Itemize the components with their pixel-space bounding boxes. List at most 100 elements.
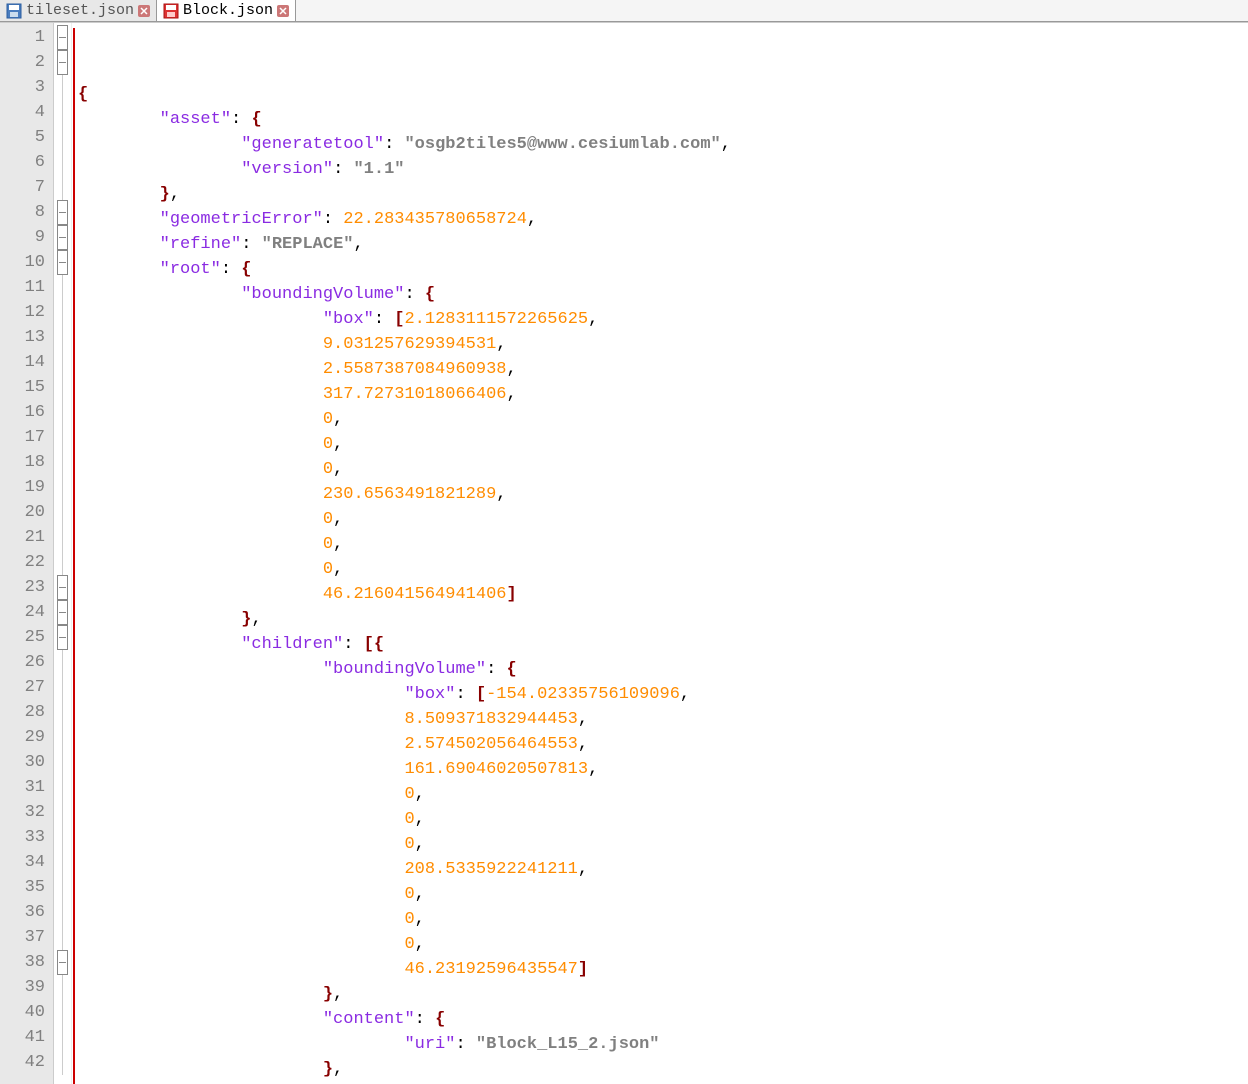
fold-guide bbox=[54, 475, 71, 500]
code-line[interactable]: 161.69046020507813, bbox=[72, 757, 1248, 782]
line-number: 42 bbox=[0, 1050, 53, 1075]
floppy-unsaved-icon bbox=[163, 3, 179, 19]
fold-guide bbox=[54, 725, 71, 750]
fold-guide bbox=[54, 350, 71, 375]
fold-toggle[interactable] bbox=[54, 200, 71, 225]
code-line[interactable]: "refine": "REPLACE", bbox=[72, 232, 1248, 257]
code-line[interactable]: }, bbox=[72, 607, 1248, 632]
code-line[interactable]: "generatetool": "osgb2tiles5@www.cesiuml… bbox=[72, 132, 1248, 157]
code-line[interactable]: }, bbox=[72, 1057, 1248, 1082]
line-number: 6 bbox=[0, 150, 53, 175]
code-line[interactable]: "boundingVolume": { bbox=[72, 282, 1248, 307]
fold-guide bbox=[54, 275, 71, 300]
line-number: 35 bbox=[0, 875, 53, 900]
code-line[interactable]: "box": [2.1283111572265625, bbox=[72, 307, 1248, 332]
code-line[interactable]: 0, bbox=[72, 507, 1248, 532]
fold-toggle[interactable] bbox=[54, 600, 71, 625]
code-line[interactable]: 46.216041564941406] bbox=[72, 582, 1248, 607]
fold-guide bbox=[54, 900, 71, 925]
code-area[interactable]: { "asset": { "generatetool": "osgb2tiles… bbox=[72, 23, 1248, 1084]
code-line[interactable]: "geometricError": 22.283435780658724, bbox=[72, 207, 1248, 232]
code-line[interactable]: }, bbox=[72, 182, 1248, 207]
line-number: 41 bbox=[0, 1025, 53, 1050]
line-number: 20 bbox=[0, 500, 53, 525]
line-number: 3 bbox=[0, 75, 53, 100]
code-line[interactable]: "children": [{ bbox=[72, 632, 1248, 657]
code-line[interactable]: 317.72731018066406, bbox=[72, 382, 1248, 407]
fold-guide bbox=[54, 300, 71, 325]
line-number: 11 bbox=[0, 275, 53, 300]
close-icon[interactable] bbox=[138, 5, 150, 17]
code-line[interactable]: 0, bbox=[72, 882, 1248, 907]
code-line[interactable]: 0, bbox=[72, 407, 1248, 432]
code-line[interactable]: 0, bbox=[72, 807, 1248, 832]
fold-guide bbox=[54, 675, 71, 700]
line-number: 34 bbox=[0, 850, 53, 875]
fold-toggle[interactable] bbox=[54, 50, 71, 75]
code-line[interactable]: 0, bbox=[72, 532, 1248, 557]
code-line[interactable]: 0, bbox=[72, 907, 1248, 932]
code-line[interactable]: 0, bbox=[72, 782, 1248, 807]
line-number: 36 bbox=[0, 900, 53, 925]
code-line[interactable]: }, bbox=[72, 982, 1248, 1007]
line-number: 38 bbox=[0, 950, 53, 975]
code-line[interactable]: 0, bbox=[72, 432, 1248, 457]
fold-guide bbox=[54, 800, 71, 825]
line-number: 39 bbox=[0, 975, 53, 1000]
code-line[interactable]: "root": { bbox=[72, 257, 1248, 282]
editor: 1234567891011121314151617181920212223242… bbox=[0, 22, 1248, 1084]
code-line[interactable]: "uri": "Block_L15_2.json" bbox=[72, 1032, 1248, 1057]
fold-guide bbox=[54, 700, 71, 725]
close-icon[interactable] bbox=[277, 5, 289, 17]
line-number: 14 bbox=[0, 350, 53, 375]
line-number: 13 bbox=[0, 325, 53, 350]
tab-label: tileset.json bbox=[26, 2, 134, 19]
line-number: 19 bbox=[0, 475, 53, 500]
line-number: 21 bbox=[0, 525, 53, 550]
line-number: 9 bbox=[0, 225, 53, 250]
fold-toggle[interactable] bbox=[54, 225, 71, 250]
code-line[interactable]: 9.031257629394531, bbox=[72, 332, 1248, 357]
code-line[interactable]: 230.6563491821289, bbox=[72, 482, 1248, 507]
code-line[interactable]: 8.509371832944453, bbox=[72, 707, 1248, 732]
fold-guide bbox=[54, 825, 71, 850]
fold-toggle[interactable] bbox=[54, 950, 71, 975]
code-line[interactable]: "box": [-154.02335756109096, bbox=[72, 682, 1248, 707]
line-number: 29 bbox=[0, 725, 53, 750]
fold-guide bbox=[54, 175, 71, 200]
code-line[interactable]: "asset": { bbox=[72, 107, 1248, 132]
fold-toggle[interactable] bbox=[54, 250, 71, 275]
code-line[interactable]: { bbox=[72, 82, 1248, 107]
code-line[interactable]: 0, bbox=[72, 557, 1248, 582]
line-number: 26 bbox=[0, 650, 53, 675]
fold-guide bbox=[54, 425, 71, 450]
code-line[interactable]: "boundingVolume": { bbox=[72, 657, 1248, 682]
line-number: 17 bbox=[0, 425, 53, 450]
code-line[interactable]: 208.5335922241211, bbox=[72, 857, 1248, 882]
code-line[interactable]: 46.23192596435547] bbox=[72, 957, 1248, 982]
tab-block[interactable]: Block.json bbox=[157, 0, 296, 21]
fold-toggle[interactable] bbox=[54, 625, 71, 650]
fold-toggle[interactable] bbox=[54, 575, 71, 600]
code-line[interactable]: 0, bbox=[72, 832, 1248, 857]
line-number: 15 bbox=[0, 375, 53, 400]
line-number: 24 bbox=[0, 600, 53, 625]
code-line[interactable]: 0, bbox=[72, 457, 1248, 482]
fold-guide bbox=[54, 450, 71, 475]
code-line[interactable]: 0, bbox=[72, 932, 1248, 957]
code-line[interactable]: 2.574502056464553, bbox=[72, 732, 1248, 757]
code-line[interactable]: "version": "1.1" bbox=[72, 157, 1248, 182]
fold-toggle[interactable] bbox=[54, 25, 71, 50]
line-number: 31 bbox=[0, 775, 53, 800]
tab-tileset[interactable]: tileset.json bbox=[0, 0, 157, 21]
line-number: 23 bbox=[0, 575, 53, 600]
line-number: 18 bbox=[0, 450, 53, 475]
fold-guide bbox=[54, 400, 71, 425]
code-line[interactable]: 2.5587387084960938, bbox=[72, 357, 1248, 382]
line-number: 25 bbox=[0, 625, 53, 650]
code-line[interactable]: "content": { bbox=[72, 1007, 1248, 1032]
line-number: 30 bbox=[0, 750, 53, 775]
fold-guide bbox=[54, 750, 71, 775]
line-number: 10 bbox=[0, 250, 53, 275]
line-number: 4 bbox=[0, 100, 53, 125]
